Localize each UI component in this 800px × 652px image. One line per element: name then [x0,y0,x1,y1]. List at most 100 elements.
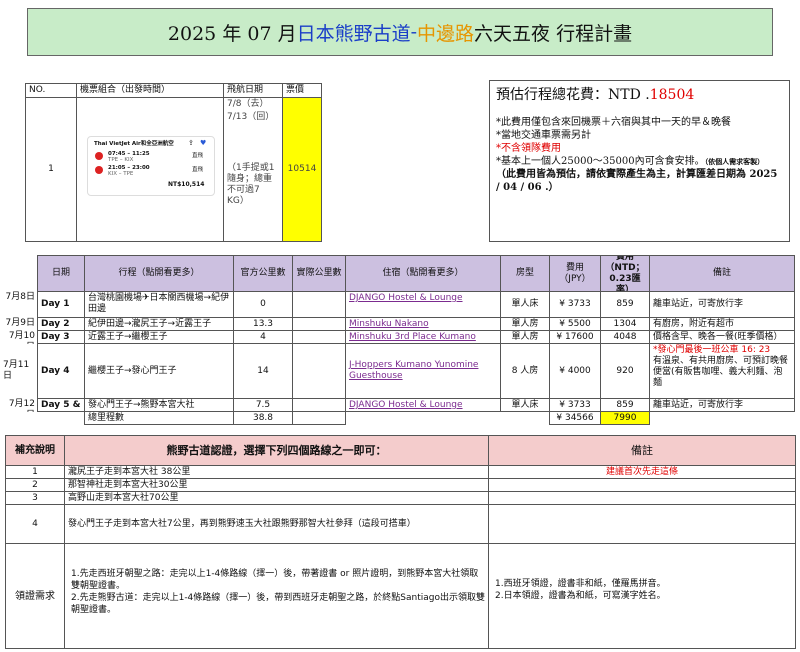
cert-no-2: 2 [5,478,65,492]
heart-icon[interactable]: ♥ [200,140,206,147]
cert-note-4 [488,504,796,544]
cert-route-3: 高野山走到本宮大社70公里 [64,491,489,505]
summary-line-1: *此費用僅包含來回機票＋六宿與其中一天的早＆晚餐 [496,117,731,128]
airline-logo-icon [95,152,103,160]
airline-logo-icon-2 [95,166,103,174]
itin-day-4: Day 4 [37,343,85,399]
flight-header-ticket: 機票組合（出發時間） [76,83,224,98]
itin-note-4-alert: *發心門最後一班公車 16: 23 [653,345,771,355]
flight-header-no: NO. [25,83,77,98]
flight-ticket-cell: Thai VietJet Air和全亞洲航空 ⇪ ♥ 07:45 – 11:25… [76,97,224,242]
flight-header-price: 票價 [282,83,322,98]
ticket-card[interactable]: Thai VietJet Air和全亞洲航空 ⇪ ♥ 07:45 – 11:25… [87,136,215,196]
itin-route-4[interactable]: 繼櫻王子→發心門王子 [84,343,234,399]
summary-line-3: *不含領隊費用 [496,143,561,154]
itin-ntd-1: 859 [600,291,650,318]
flight-dates-cell: 7/8（去） 7/13（回） （1手提或1隨身；總重不可過7 KG） [223,97,283,242]
summary-line-4-text: *基本上一個人25000～35000內可含食安排。 [496,156,705,167]
title-destination: 日本熊野古道 [296,22,411,45]
itin-day-3: Day 3 [37,330,85,344]
share-icon[interactable]: ⇪ [188,140,194,147]
cert-header-remark: 備註 [488,435,796,466]
itin-note-2: 有廚房，附近有超市 [649,317,795,331]
itin-route-3[interactable]: 近露王子→繼櫻王子 [84,330,234,344]
itin-stay-1[interactable]: DJANGO Hostel & Lounge [345,291,501,318]
itin-jpy-1: ¥ 3733 [549,291,601,318]
itin-total-real-km [292,411,346,425]
itin-header-ntd: 費用（NTD；0.23匯率） [600,255,650,292]
itin-km-5: 7.5 [233,398,293,412]
itin-day-5: Day 5 & 6 [37,398,85,412]
title-duration: 六天五夜 行程計畫 [474,22,633,45]
itin-room-5: 單人床 [500,398,550,412]
itin-stay-5[interactable]: DJANGO Hostel & Lounge [345,398,501,412]
cert-route-1: 瀧尻王子走到本宮大社 38公里 [64,465,489,479]
cert-claim-text: 1.先走西班牙朝聖之路：走完以上1-4條路線（擇一）後，帶著證書 or 照片證明… [64,543,489,649]
itin-ntd-4: 920 [600,343,650,399]
itin-date-1: 7月8日 [5,292,35,302]
cert-note-3 [488,491,796,505]
itin-real-km-2 [292,317,346,331]
itin-header-note: 備註 [649,255,795,292]
itin-route-1[interactable]: 台灣桃園機場✈日本關西機場→紀伊田邊 [84,291,234,318]
itin-header-date: 日期 [37,255,85,292]
ticket-airline: Thai VietJet Air和全亞洲航空 [94,141,174,147]
itin-total-label: 總里程數 [84,411,234,425]
summary-total-label: 預估行程總花費：NTD . [496,87,650,103]
itin-room-1: 單人床 [500,291,550,318]
itin-room-2: 單人房 [500,317,550,331]
cert-no-1: 1 [5,465,65,479]
itin-jpy-5: ¥ 3733 [549,398,601,412]
itin-header-km: 官方公里數 [233,255,293,292]
itin-header-stay: 住宿（點開看更多） [345,255,501,292]
itin-km-3: 4 [233,330,293,344]
itin-date-4: 7月11日 [3,360,30,381]
cert-header-note-col: 補充說明 [5,435,65,466]
flight-row-no: 1 [25,97,77,242]
itin-stay-2[interactable]: Minshuku Nakano [345,317,501,331]
cert-no-3: 3 [5,491,65,505]
itin-km-4: 14 [233,343,293,399]
itin-header-jpy: 費用（JPY） [549,255,601,292]
itin-note-1: 離車站近，可寄放行李 [649,291,795,318]
cert-note-1: 建議首次先走這條 [488,465,796,479]
flight-date-back: 7/13（回） [227,112,275,122]
itin-ntd-3: 4048 [600,330,650,344]
itin-ntd-2: 1304 [600,317,650,331]
cert-claim-text-2: 2.先走熊野古道：走完以上1-4條路線（擇一）後，帶到西班牙走朝聖之路，於終點S… [71,593,485,615]
cert-route-2: 那智神社走到本宮大社30公里 [64,478,489,492]
itin-total-jpy: ¥ 34566 [549,411,601,425]
summary-line-4: *基本上一個人25000～35000內可含食安排。（依個人需求客製） [496,155,783,168]
itin-km-2: 13.3 [233,317,293,331]
itin-real-km-5 [292,398,346,412]
cert-claim-note-1: 1.西班牙領證，證書非和紙，僅羅馬拼音。 [495,579,666,589]
itin-room-4: 8 人房 [500,343,550,399]
summary-line-5: （此費用皆為預估，請依實際產生為主，計算匯差日期為 2025 / 04 / 06… [496,169,778,193]
itin-real-km-3 [292,330,346,344]
cert-route-4: 發心門王子走到本宮大社7公里，再到熊野速玉大社跟熊野那智大社參拜（這段可搭車） [64,504,489,544]
ticket-seg2-code: KIX – TPE [108,171,134,177]
itin-stay-3[interactable]: Minshuku 3rd Place Kumano Kodo [345,330,501,344]
ticket-total: NT$10,514 [168,181,205,188]
itin-route-2[interactable]: 紀伊田邊→瀧尻王子→近露王子 [84,317,234,331]
flight-baggage-note: （1手提或1隨身；總重不可過7 KG） [227,163,275,206]
cert-claim-label: 領證需求 [5,543,65,649]
flight-date-out: 7/8（去） [227,99,269,109]
itin-real-km-1 [292,291,346,318]
itin-date-3: 7月10日 [8,331,35,344]
cert-note-2 [488,478,796,492]
itin-header-real-km: 實際公里數 [292,255,346,292]
cert-claim-text-1: 1.先走西班牙朝聖之路：走完以上1-4條路線（擇一）後，帶著證書 or 照片證明… [71,569,479,591]
ticket-seg1-code: TPE – KIX [108,157,134,163]
itin-km-1: 0 [233,291,293,318]
summary-line-2: *當地交通車票需另計 [496,130,591,141]
title-route: 中邊路 [417,22,475,45]
itin-room-3: 單人房 [500,330,550,344]
itin-real-km-4 [292,343,346,399]
itin-stay-4[interactable]: J-Hoppers Kumano Yunomine Guesthouse [345,343,501,399]
title-date: 2025 年 07 月 [167,22,297,45]
itin-header-room: 房型 [500,255,550,292]
cert-claim-note-2: 2.日本領證，證書為和紙，可寫漢字姓名。 [495,591,666,601]
itin-date-5: 7月12日 [8,399,35,412]
itin-route-5[interactable]: 發心門王子→熊野本宮大社 [84,398,234,412]
